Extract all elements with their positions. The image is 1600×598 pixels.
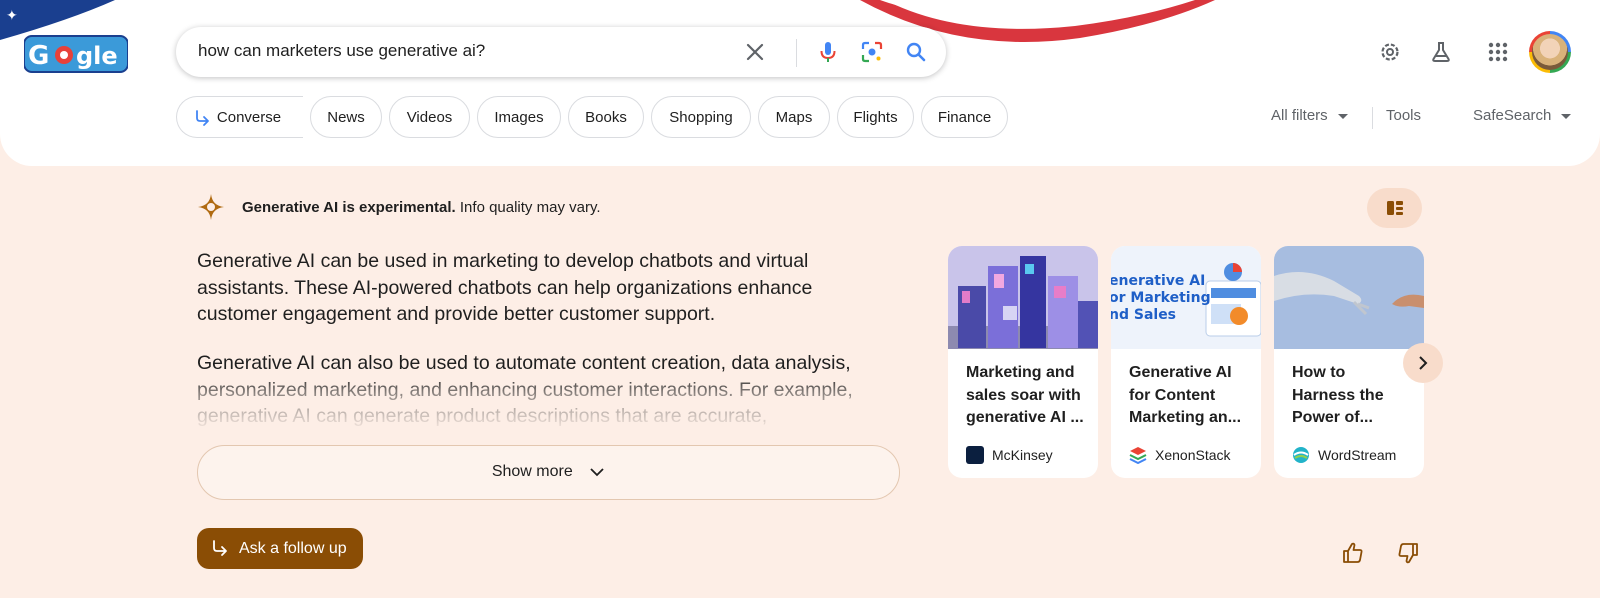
google-doodle-logo[interactable]: G gle — [23, 34, 129, 74]
avatar[interactable] — [1529, 31, 1571, 73]
svg-text:G: G — [28, 41, 49, 71]
tab-maps[interactable]: Maps — [758, 96, 830, 138]
ai-notice-text: Info quality may vary. — [455, 199, 601, 216]
caret-down-icon — [1561, 113, 1572, 119]
ai-answer-paragraph-2: Generative AI can also be used to automa… — [197, 352, 853, 427]
clear-icon[interactable] — [743, 40, 767, 64]
card-thumbnail — [1274, 246, 1424, 349]
card-thumbnail: enerative AI or Marketing nd Sales — [1111, 246, 1261, 349]
labs-icon[interactable] — [1429, 40, 1453, 64]
caret-down-icon — [1337, 113, 1348, 119]
sparkle-icon — [198, 194, 224, 220]
xenonstack-favicon-icon — [1129, 447, 1147, 464]
all-filters-dropdown[interactable]: All filters — [1271, 107, 1348, 124]
card-title: Marketing and sales soar with generative… — [966, 364, 1084, 426]
tab-books[interactable]: Books — [568, 96, 644, 138]
tab-finance[interactable]: Finance — [921, 96, 1008, 138]
mckinsey-favicon-icon — [966, 446, 984, 464]
reply-arrow-icon — [213, 540, 227, 556]
svg-text:enerative AI: enerative AI — [1111, 273, 1205, 289]
tab-images[interactable]: Images — [477, 96, 561, 138]
settings-icon[interactable] — [1378, 40, 1402, 64]
layout-toggle-button[interactable] — [1367, 188, 1422, 228]
thumbs-up-icon[interactable] — [1341, 541, 1365, 565]
apps-icon[interactable] — [1486, 40, 1510, 64]
chevron-down-icon — [590, 468, 604, 477]
header: ✦ G gle how can marketers use generative… — [0, 0, 1600, 166]
search-input[interactable]: how can marketers use generative ai? — [198, 41, 485, 61]
tab-flights[interactable]: Flights — [837, 96, 914, 138]
source-card[interactable]: Marketing and sales soar with generative… — [948, 246, 1098, 478]
card-thumbnail — [948, 246, 1098, 349]
converse-arrow-icon — [196, 110, 209, 126]
safesearch-dropdown[interactable]: SafeSearch — [1473, 107, 1572, 124]
tab-news[interactable]: News — [310, 96, 382, 138]
search-divider — [796, 39, 797, 67]
ask-follow-up-button[interactable]: Ask a follow up — [197, 528, 363, 569]
tab-shopping[interactable]: Shopping — [651, 96, 751, 138]
microphone-icon[interactable] — [816, 40, 840, 64]
filters-divider — [1372, 107, 1373, 129]
next-cards-button[interactable] — [1403, 343, 1443, 383]
ai-answer-paragraph-1: Generative AI can be used in marketing t… — [197, 250, 813, 325]
svg-text:or Marketing: or Marketing — [1111, 290, 1211, 306]
card-title: How to Harness the Power of... — [1292, 364, 1384, 426]
source-card[interactable]: How to Harness the Power of... WordStrea… — [1274, 246, 1424, 478]
svg-text:gle: gle — [76, 42, 118, 70]
card-title: Generative AI for Content Marketing an..… — [1129, 364, 1242, 426]
svg-text:✦: ✦ — [6, 8, 18, 24]
thumbs-down-icon[interactable] — [1396, 541, 1420, 565]
wordstream-favicon-icon — [1293, 447, 1309, 463]
search-box[interactable]: how can marketers use generative ai? — [176, 27, 946, 77]
source-card[interactable]: enerative AI or Marketing nd Sales Gener… — [1111, 246, 1261, 478]
lens-icon[interactable] — [860, 40, 884, 64]
tab-converse[interactable]: Converse — [176, 96, 303, 138]
search-icon[interactable] — [904, 40, 928, 64]
chevron-right-icon — [1419, 356, 1428, 370]
layout-icon — [1387, 201, 1403, 215]
ai-notice-bold: Generative AI is experimental. — [242, 199, 456, 216]
tools-button[interactable]: Tools — [1386, 107, 1421, 124]
show-more-button[interactable]: Show more — [197, 445, 900, 500]
svg-text:nd Sales: nd Sales — [1111, 307, 1176, 323]
tab-videos[interactable]: Videos — [389, 96, 470, 138]
